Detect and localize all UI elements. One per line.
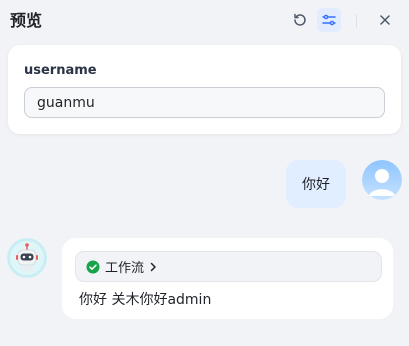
robot-icon [7,238,47,278]
preview-header: 预览 [0,0,409,40]
variables-card: username [8,45,401,134]
bot-message-text: 你好 关木你好admin [79,292,212,308]
close-icon [380,15,390,25]
user-message-bubble: 你好 [286,160,346,208]
bot-message-bubble: 工作流 你好 关木你好admin [62,238,393,319]
variable-settings-button[interactable] [317,8,341,32]
bot-avatar [7,238,47,278]
user-avatar [362,160,402,200]
workflow-label: 工作流 [105,261,145,276]
chevron-right-icon [148,262,158,272]
header-divider [356,14,357,28]
variable-label: username [24,63,97,78]
user-avatar-icon [362,160,402,200]
sliders-icon [322,14,336,26]
close-button[interactable] [373,8,397,32]
page-title: 预览 [10,11,43,30]
check-circle-icon [86,260,100,274]
refresh-icon [294,13,306,26]
username-input[interactable] [24,87,385,118]
user-message-text: 你好 [302,177,330,193]
workflow-status-pill[interactable]: 工作流 [75,251,382,282]
refresh-button[interactable] [288,8,312,32]
